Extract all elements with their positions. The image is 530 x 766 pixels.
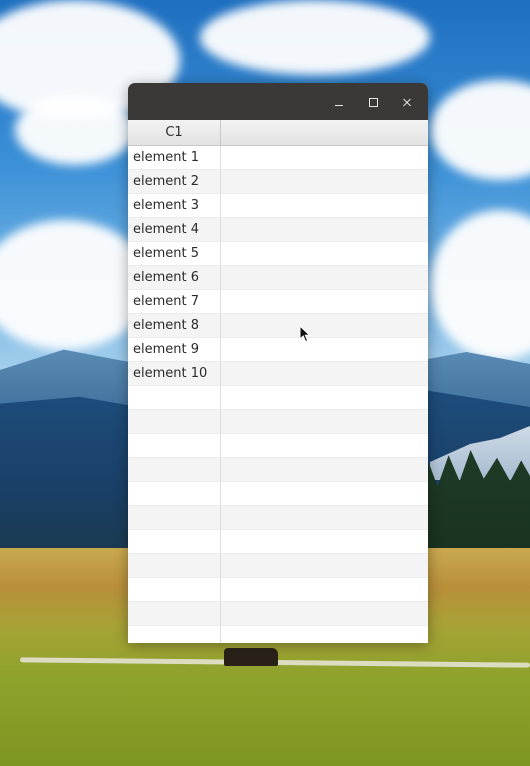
table-cell-c1: element 1	[128, 146, 221, 169]
table-row[interactable]	[128, 410, 428, 434]
table-cell-filler	[221, 242, 428, 265]
table-row[interactable]: element 3	[128, 194, 428, 218]
table-cell-c1	[128, 434, 221, 457]
table-row[interactable]	[128, 602, 428, 626]
cloud	[15, 95, 135, 165]
table-cell-c1	[128, 506, 221, 529]
maximize-button[interactable]	[362, 91, 384, 113]
table-row[interactable]: element 5	[128, 242, 428, 266]
table-cell-filler	[221, 266, 428, 289]
maximize-icon	[368, 97, 378, 107]
table-cell-c1	[128, 458, 221, 481]
table-cell-filler	[221, 314, 428, 337]
table-row[interactable]	[128, 482, 428, 506]
table-cell-c1: element 10	[128, 362, 221, 385]
table-row[interactable]	[128, 506, 428, 530]
table-cell-c1: element 9	[128, 338, 221, 361]
table-row[interactable]: element 1	[128, 146, 428, 170]
table-row[interactable]	[128, 530, 428, 554]
table-body: element 1 element 2 element 3 element 4 elem…	[128, 146, 428, 643]
table-row[interactable]	[128, 554, 428, 578]
column-header-filler	[221, 120, 428, 145]
table-cell-filler	[221, 482, 428, 505]
table-row[interactable]	[128, 626, 428, 643]
table-cell-c1	[128, 578, 221, 601]
table-cell-filler	[221, 506, 428, 529]
table-row[interactable]	[128, 386, 428, 410]
table-row[interactable]	[128, 434, 428, 458]
table-cell-filler	[221, 554, 428, 577]
minimize-button[interactable]	[328, 91, 350, 113]
table-cell-c1: element 6	[128, 266, 221, 289]
table-cell-c1	[128, 530, 221, 553]
table-cell-c1: element 7	[128, 290, 221, 313]
minimize-icon	[335, 104, 343, 106]
table-cell-filler	[221, 434, 428, 457]
table-cell-filler	[221, 410, 428, 433]
table-cell-c1	[128, 626, 221, 643]
table-cell-filler	[221, 146, 428, 169]
table-row[interactable]: element 9	[128, 338, 428, 362]
app-window: C1 element 1 element 2 element 3 element 4e…	[128, 83, 428, 643]
table-view[interactable]: C1 element 1 element 2 element 3 element 4e…	[128, 120, 428, 643]
table-cell-c1	[128, 602, 221, 625]
table-row[interactable]	[128, 458, 428, 482]
table-row[interactable]: element 4	[128, 218, 428, 242]
table-row[interactable]: element 8	[128, 314, 428, 338]
close-icon	[402, 97, 412, 107]
table-cell-c1: element 2	[128, 170, 221, 193]
window-titlebar[interactable]	[128, 83, 428, 120]
table-row[interactable]: element 10	[128, 362, 428, 386]
table-cell-filler	[221, 530, 428, 553]
cloud	[200, 0, 430, 75]
table-cell-c1	[128, 554, 221, 577]
table-header: C1	[128, 120, 428, 146]
table-cell-c1: element 4	[128, 218, 221, 241]
mouse-pointer-icon	[299, 325, 311, 343]
table-cell-filler	[221, 170, 428, 193]
table-row[interactable]: element 7	[128, 290, 428, 314]
table-cell-filler	[221, 602, 428, 625]
table-cell-filler	[221, 458, 428, 481]
table-cell-c1: element 5	[128, 242, 221, 265]
table-cell-filler	[221, 290, 428, 313]
table-row[interactable]: element 6	[128, 266, 428, 290]
table-cell-c1	[128, 386, 221, 409]
column-header-c1[interactable]: C1	[128, 120, 221, 145]
table-cell-c1	[128, 410, 221, 433]
table-row[interactable]: element 2	[128, 170, 428, 194]
table-cell-filler	[221, 218, 428, 241]
table-cell-filler	[221, 578, 428, 601]
table-cell-filler	[221, 194, 428, 217]
table-cell-filler	[221, 386, 428, 409]
horse-carriage	[224, 648, 278, 666]
table-cell-c1	[128, 482, 221, 505]
table-row[interactable]	[128, 578, 428, 602]
table-cell-filler	[221, 626, 428, 643]
table-cell-filler	[221, 362, 428, 385]
table-cell-filler	[221, 338, 428, 361]
table-cell-c1: element 3	[128, 194, 221, 217]
close-button[interactable]	[396, 91, 418, 113]
table-cell-c1: element 8	[128, 314, 221, 337]
